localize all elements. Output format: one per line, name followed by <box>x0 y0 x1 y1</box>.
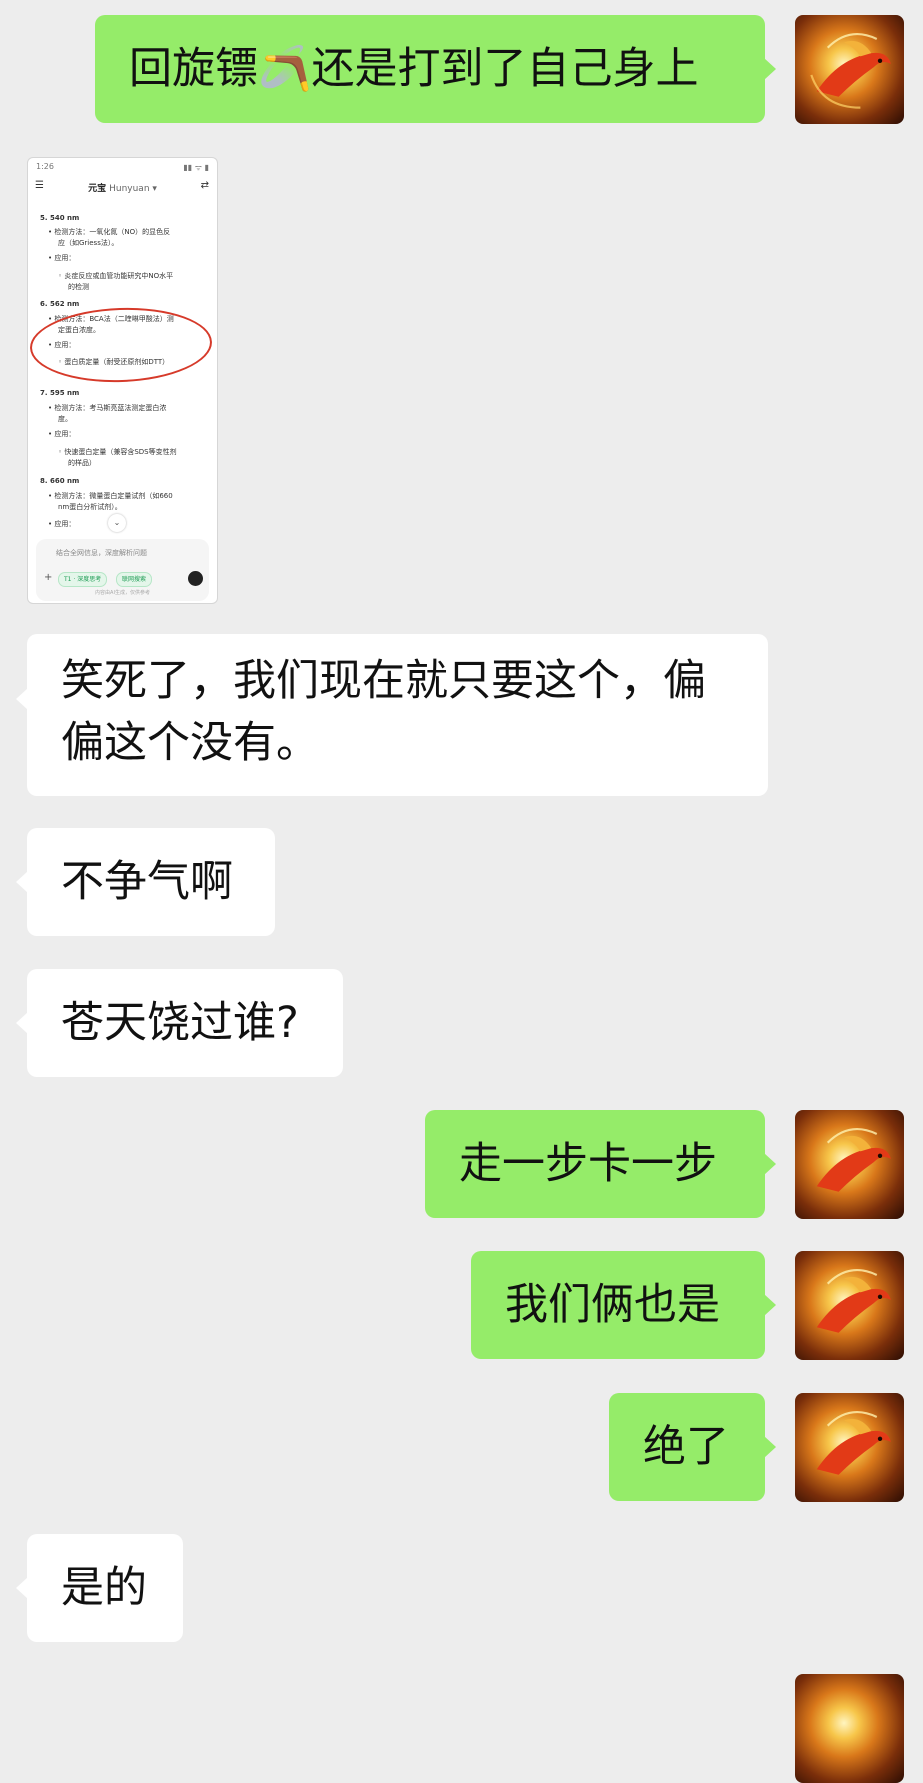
screenshot-model-name: Hunyuan ▾ <box>109 184 157 194</box>
message-text: 是的 <box>61 1563 147 1613</box>
screenshot-chip-search: 联网搜索 <box>116 572 153 587</box>
screenshot-line: 6. 562 nm <box>40 300 80 308</box>
screenshot-line: • 应用： <box>48 520 76 528</box>
screenshot-footer: 内容由AI生成，仅供参考 <box>95 590 150 596</box>
koi-fish-icon <box>816 1410 891 1475</box>
screenshot-line: nm蛋白分析试剂）。 <box>58 503 122 511</box>
my-avatar[interactable] <box>795 1674 904 1783</box>
message-text: 绝了 <box>643 1422 729 1472</box>
scroll-down-icon: ⌄ <box>108 514 126 532</box>
message-bubble-sent[interactable]: 走一步卡一步 <box>425 1110 765 1218</box>
status-time: 1:26 <box>36 162 54 171</box>
koi-fish-icon <box>816 1127 891 1192</box>
screenshot-line: 应（如Griess法）。 <box>58 239 119 247</box>
my-avatar[interactable] <box>795 1110 904 1219</box>
message-text: 不争气啊 <box>61 857 233 907</box>
screenshot-line: • 应用： <box>48 430 76 438</box>
screenshot-line: • 检测方法：一氧化氮（NO）的显色反 <box>48 228 171 236</box>
koi-fish-icon <box>810 32 891 109</box>
screenshot-chip-think: T1 · 深度思考 <box>58 572 108 587</box>
message-text: 苍天饶过谁? <box>61 998 299 1048</box>
message-bubble-received[interactable]: 不争气啊 <box>27 828 275 936</box>
message-bubble-received[interactable]: 笑死了，我们现在就只要这个，偏偏这个没有。 <box>16 634 768 796</box>
screenshot-line: • 检测方法：微量蛋白定量试剂（如660 <box>48 492 173 500</box>
screenshot-title: 元宝 Hunyuan ▾ <box>28 181 217 194</box>
message-bubble-received[interactable]: 是的 <box>27 1534 183 1642</box>
screenshot-line: 7. 595 nm <box>40 389 80 397</box>
message-bubble-sent[interactable]: 我们俩也是 <box>471 1251 765 1359</box>
screenshot-line: ◦ 炎症反应或血管功能研究中NO水平 <box>58 272 174 280</box>
koi-fish-icon <box>816 1268 891 1333</box>
screenshot-line: 5. 540 nm <box>40 214 80 222</box>
screenshot-line: 的检测 <box>68 283 89 291</box>
share-icon: ⇄ <box>200 180 209 191</box>
screenshot-line: 的样品） <box>68 459 96 467</box>
shared-screenshot-image[interactable]: 1:26 ▮▮ ᯤ ▮ ☰ 元宝 Hunyuan ▾ ⇄ 5. 540 nm • … <box>27 157 218 604</box>
screenshot-line: ◦ 快速蛋白定量（兼容含SDS等变性剂 <box>58 448 177 456</box>
message-bubble-received[interactable]: 苍天饶过谁? <box>27 969 343 1077</box>
message-text: 笑死了，我们现在就只要这个，偏偏这个没有。 <box>61 656 706 768</box>
screenshot-line: • 应用： <box>48 254 76 262</box>
message-text: 回旋镖🪃还是打到了自己身上 <box>129 44 699 94</box>
my-avatar[interactable] <box>795 1251 904 1360</box>
my-avatar[interactable] <box>795 15 904 124</box>
screenshot-line: 8. 660 nm <box>40 477 80 485</box>
screenshot-app-name: 元宝 <box>88 184 107 194</box>
screenshot-input-placeholder: 结合全网信息，深度解析问题 <box>56 549 147 557</box>
message-text: 我们俩也是 <box>505 1280 720 1330</box>
message-text: 走一步卡一步 <box>459 1139 717 1189</box>
message-bubble-sent[interactable]: 绝了 <box>609 1393 765 1501</box>
message-bubble-sent[interactable]: 回旋镖🪃还是打到了自己身上 <box>95 15 765 123</box>
plus-icon: + <box>44 572 53 583</box>
screenshot-line: 度。 <box>58 415 72 423</box>
my-avatar[interactable] <box>795 1393 904 1502</box>
phone-icon <box>188 571 203 586</box>
screenshot-line: • 检测方法：考马斯亮蓝法测定蛋白浓 <box>48 404 167 412</box>
status-icons: ▮▮ ᯤ ▮ <box>183 163 209 172</box>
